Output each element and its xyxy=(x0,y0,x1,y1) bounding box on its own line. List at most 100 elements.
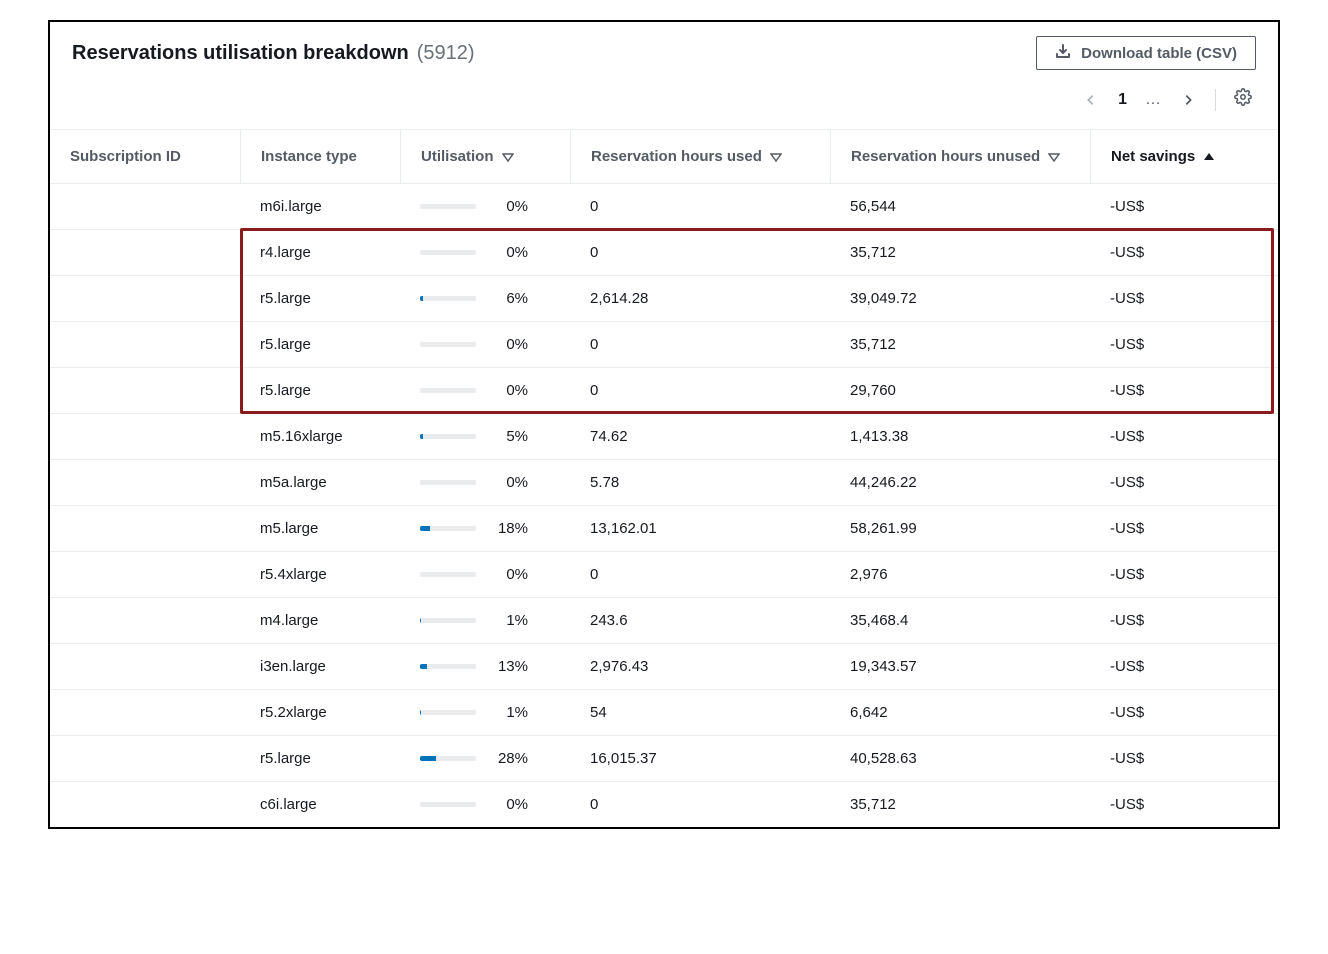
cell-net-savings: -US$ xyxy=(1090,782,1240,827)
cell-net-savings: -US$ xyxy=(1090,736,1240,781)
utilisation-value: 1% xyxy=(488,612,528,629)
utilisation-bar xyxy=(420,664,476,669)
cell-instance-type: r5.large xyxy=(240,322,400,367)
cell-subscription-id xyxy=(50,515,240,543)
cell-hours-unused: 29,760 xyxy=(830,368,1090,413)
cell-hours-used: 2,614.28 xyxy=(570,276,830,321)
cell-subscription-id xyxy=(50,331,240,359)
utilisation-value: 5% xyxy=(488,428,528,445)
col-instance-type[interactable]: Instance type xyxy=(240,130,400,183)
col-hours-used-label: Reservation hours used xyxy=(591,148,762,165)
cell-instance-type: m5.large xyxy=(240,506,400,551)
cell-hours-unused: 39,049.72 xyxy=(830,276,1090,321)
cell-net-savings: -US$ xyxy=(1090,368,1240,413)
cell-utilisation: 0% xyxy=(400,184,570,229)
table-row[interactable]: r5.large 0% 0 29,760 -US$ xyxy=(50,368,1278,414)
cell-hours-used: 0 xyxy=(570,782,830,827)
cell-instance-type: i3en.large xyxy=(240,644,400,689)
cell-hours-used: 243.6 xyxy=(570,598,830,643)
cell-hours-used: 5.78 xyxy=(570,460,830,505)
page-ellipsis: … xyxy=(1145,91,1161,109)
cell-net-savings: -US$ xyxy=(1090,414,1240,459)
table-row[interactable]: m5.large 18% 13,162.01 58,261.99 -US$ xyxy=(50,506,1278,552)
cell-hours-used: 74.62 xyxy=(570,414,830,459)
table-row[interactable]: r5.4xlarge 0% 0 2,976 -US$ xyxy=(50,552,1278,598)
cell-subscription-id xyxy=(50,469,240,497)
utilisation-value: 13% xyxy=(488,658,528,675)
cell-subscription-id xyxy=(50,377,240,405)
cell-instance-type: r4.large xyxy=(240,230,400,275)
page-title: Reservations utilisation breakdown xyxy=(72,42,409,65)
download-csv-label: Download table (CSV) xyxy=(1081,45,1237,62)
utilisation-bar xyxy=(420,296,476,301)
cell-hours-unused: 44,246.22 xyxy=(830,460,1090,505)
cell-hours-used: 13,162.01 xyxy=(570,506,830,551)
utilisation-value: 0% xyxy=(488,566,528,583)
table-row[interactable]: m5a.large 0% 5.78 44,246.22 -US$ xyxy=(50,460,1278,506)
page-next-button[interactable] xyxy=(1179,91,1197,109)
utilisation-bar xyxy=(420,388,476,393)
col-net-savings[interactable]: Net savings xyxy=(1090,130,1240,183)
table-row[interactable]: i3en.large 13% 2,976.43 19,343.57 -US$ xyxy=(50,644,1278,690)
utilisation-bar xyxy=(420,434,476,439)
col-hours-unused[interactable]: Reservation hours unused xyxy=(830,130,1090,183)
cell-net-savings: -US$ xyxy=(1090,690,1240,735)
cell-net-savings: -US$ xyxy=(1090,460,1240,505)
table-settings-button[interactable] xyxy=(1234,88,1252,111)
cell-hours-unused: 1,413.38 xyxy=(830,414,1090,459)
cell-subscription-id xyxy=(50,653,240,681)
cell-hours-used: 54 xyxy=(570,690,830,735)
cell-net-savings: -US$ xyxy=(1090,598,1240,643)
table-row[interactable]: r5.large 6% 2,614.28 39,049.72 -US$ xyxy=(50,276,1278,322)
cell-subscription-id xyxy=(50,745,240,773)
cell-net-savings: -US$ xyxy=(1090,644,1240,689)
utilisation-bar xyxy=(420,342,476,347)
utilisation-bar xyxy=(420,802,476,807)
utilisation-value: 0% xyxy=(488,796,528,813)
table: Subscription ID Instance type Utilisatio… xyxy=(50,129,1278,827)
cell-hours-unused: 35,712 xyxy=(830,230,1090,275)
cell-hours-used: 16,015.37 xyxy=(570,736,830,781)
col-net-savings-label: Net savings xyxy=(1111,148,1195,165)
utilisation-bar xyxy=(420,618,476,623)
page-prev-button[interactable] xyxy=(1082,91,1100,109)
table-row[interactable]: m4.large 1% 243.6 35,468.4 -US$ xyxy=(50,598,1278,644)
cell-utilisation: 1% xyxy=(400,690,570,735)
cell-utilisation: 0% xyxy=(400,368,570,413)
cell-instance-type: m4.large xyxy=(240,598,400,643)
table-row[interactable]: m5.16xlarge 5% 74.62 1,413.38 -US$ xyxy=(50,414,1278,460)
cell-net-savings: -US$ xyxy=(1090,506,1240,551)
table-row[interactable]: r5.large 0% 0 35,712 -US$ xyxy=(50,322,1278,368)
table-row[interactable]: m6i.large 0% 0 56,544 -US$ xyxy=(50,184,1278,230)
cell-hours-unused: 58,261.99 xyxy=(830,506,1090,551)
cell-instance-type: r5.large xyxy=(240,736,400,781)
table-row[interactable]: r5.2xlarge 1% 54 6,642 -US$ xyxy=(50,690,1278,736)
utilisation-value: 6% xyxy=(488,290,528,307)
cell-utilisation: 0% xyxy=(400,460,570,505)
page-current[interactable]: 1 xyxy=(1118,91,1127,109)
utilisation-bar xyxy=(420,572,476,577)
cell-utilisation: 28% xyxy=(400,736,570,781)
col-utilisation[interactable]: Utilisation xyxy=(400,130,570,183)
cell-subscription-id xyxy=(50,561,240,589)
cell-hours-unused: 6,642 xyxy=(830,690,1090,735)
cell-instance-type: m5.16xlarge xyxy=(240,414,400,459)
table-row[interactable]: c6i.large 0% 0 35,712 -US$ xyxy=(50,782,1278,827)
cell-instance-type: c6i.large xyxy=(240,782,400,827)
cell-hours-used: 0 xyxy=(570,322,830,367)
utilisation-value: 0% xyxy=(488,382,528,399)
utilisation-value: 0% xyxy=(488,244,528,261)
cell-instance-type: r5.large xyxy=(240,276,400,321)
row-count: (5912) xyxy=(417,42,475,65)
utilisation-value: 0% xyxy=(488,336,528,353)
table-row[interactable]: r5.large 28% 16,015.37 40,528.63 -US$ xyxy=(50,736,1278,782)
utilisation-value: 0% xyxy=(488,474,528,491)
cell-instance-type: m5a.large xyxy=(240,460,400,505)
col-subscription-id[interactable]: Subscription ID xyxy=(50,130,240,183)
download-csv-button[interactable]: Download table (CSV) xyxy=(1036,36,1256,70)
cell-hours-unused: 56,544 xyxy=(830,184,1090,229)
col-hours-used[interactable]: Reservation hours used xyxy=(570,130,830,183)
table-row[interactable]: r4.large 0% 0 35,712 -US$ xyxy=(50,230,1278,276)
cell-instance-type: r5.4xlarge xyxy=(240,552,400,597)
cell-subscription-id xyxy=(50,699,240,727)
